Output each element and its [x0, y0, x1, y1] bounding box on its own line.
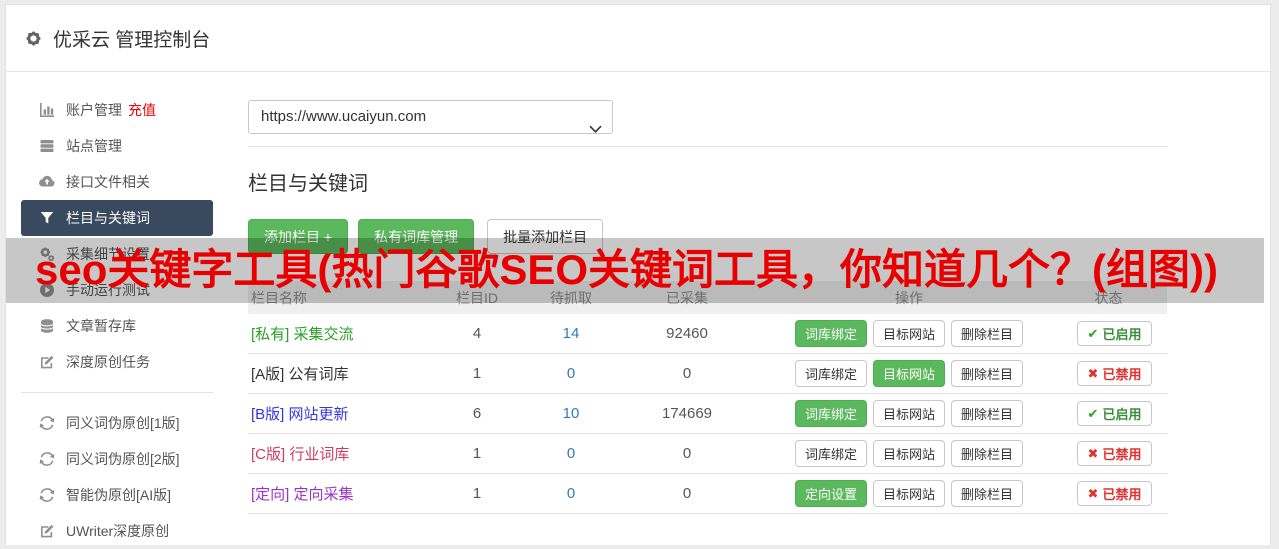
cross-icon: ✖: [1087, 445, 1099, 461]
delete-column-button[interactable]: 删除栏目: [951, 360, 1024, 387]
sidebar-item-synonym-v2[interactable]: 同义词伪原创[2版]: [21, 441, 213, 477]
sidebar-item-label: 深度原创任务: [66, 354, 150, 370]
pending-count-link[interactable]: 0: [567, 365, 575, 382]
bind-thesaurus-button[interactable]: 词库绑定: [794, 400, 867, 427]
status-badge[interactable]: ✔ 已启用: [1076, 321, 1153, 346]
sidebar-item-smart-ai[interactable]: 智能伪原创[AI版]: [21, 477, 213, 513]
target-site-button[interactable]: 目标网站: [872, 320, 945, 347]
refresh-icon: [39, 487, 55, 503]
recharge-link[interactable]: 充值: [128, 100, 156, 120]
edit-icon: [39, 523, 55, 539]
bind-thesaurus-button[interactable]: 词库绑定: [794, 440, 867, 467]
columns-table: 栏目名称 栏目ID 待抓取 已采集 操作 状态 [私有] 采集交流 4 14 9…: [248, 281, 1167, 514]
pending-count-link[interactable]: 0: [567, 445, 575, 462]
chevron-down-icon: [589, 114, 602, 146]
content-divider: [248, 146, 1168, 147]
column-id: 1: [418, 473, 536, 514]
target-site-button[interactable]: 目标网站: [872, 400, 945, 427]
pending-count-link[interactable]: 10: [563, 405, 580, 422]
column-id: 1: [418, 433, 536, 474]
bind-thesaurus-button[interactable]: 词库绑定: [794, 360, 867, 387]
database-icon: [39, 318, 55, 334]
delete-column-button[interactable]: 删除栏目: [951, 440, 1024, 467]
column-name-link[interactable]: [A版] 公有词库: [251, 366, 349, 383]
target-site-button[interactable]: 目标网站: [872, 360, 945, 387]
collected-count: 0: [606, 433, 768, 474]
table-row: [私有] 采集交流 4 14 92460 词库绑定 目标网站 删除栏目 ✔ 已启用: [248, 314, 1167, 354]
check-icon: ✔: [1087, 405, 1099, 421]
table-row: [A版] 公有词库 1 0 0 词库绑定 目标网站 删除栏目 ✖ 已禁用: [248, 353, 1167, 394]
bind-thesaurus-button[interactable]: 词库绑定: [794, 320, 867, 347]
delete-column-button[interactable]: 删除栏目: [951, 320, 1024, 347]
cross-icon: ✖: [1087, 485, 1099, 501]
sidebar-item-sites[interactable]: 站点管理: [21, 128, 213, 164]
column-name-link[interactable]: [C版] 行业词库: [251, 446, 349, 463]
sidebar-item-label: 同义词伪原创[2版]: [66, 451, 180, 467]
table-row: [定向] 定向采集 1 0 0 定向设置 目标网站 删除栏目 ✖ 已禁用: [248, 473, 1167, 514]
cross-icon: ✖: [1087, 365, 1099, 381]
column-name-link[interactable]: [私有] 采集交流: [251, 326, 354, 343]
sidebar-item-uwriter[interactable]: UWriter深度原创: [21, 513, 213, 549]
target-site-button[interactable]: 目标网站: [872, 440, 945, 467]
pending-count-link[interactable]: 14: [563, 325, 580, 342]
sidebar-item-account[interactable]: 账户管理 充值: [21, 92, 213, 128]
refresh-icon: [39, 451, 55, 467]
overlay-banner: seo关键字工具(热门谷歌SEO关键词工具，你知道几个？(组图)): [6, 238, 1264, 303]
sidebar: 账户管理 充值 站点管理 接口文件相关 栏目与关键词 采集细节设置 手动运行测试…: [6, 72, 238, 549]
column-name-link[interactable]: [定向] 定向采集: [251, 486, 354, 503]
delete-column-button[interactable]: 删除栏目: [951, 400, 1024, 427]
sidebar-item-interface-files[interactable]: 接口文件相关: [21, 164, 213, 200]
app-header: 优采云 管理控制台: [6, 5, 1270, 72]
collected-count: 0: [606, 473, 768, 514]
status-badge[interactable]: ✔ 已启用: [1076, 401, 1153, 426]
sidebar-item-label: UWriter深度原创: [66, 523, 170, 539]
sidebar-item-deep-original-task[interactable]: 深度原创任务: [21, 344, 213, 380]
app-title: 优采云 管理控制台: [53, 29, 211, 51]
column-id: 6: [418, 393, 536, 434]
column-name-link[interactable]: [B版] 网站更新: [251, 406, 349, 423]
check-icon: ✔: [1087, 325, 1099, 341]
server-icon: [39, 138, 55, 154]
sidebar-item-article-buffer[interactable]: 文章暂存库: [21, 308, 213, 344]
collected-count: 0: [606, 353, 768, 394]
sidebar-item-label: 同义词伪原创[1版]: [66, 415, 180, 431]
sidebar-item-label: 站点管理: [66, 138, 122, 154]
table-row: [B版] 网站更新 6 10 174669 词库绑定 目标网站 删除栏目 ✔ 已启…: [248, 393, 1167, 434]
target-site-button[interactable]: 目标网站: [872, 480, 945, 507]
site-selector-value: https://www.ucaiyun.com: [261, 108, 427, 125]
sidebar-item-label: 账户管理: [66, 102, 122, 118]
admin-console-window: 优采云 管理控制台 账户管理 充值 站点管理 接口文件相关 栏目与关键词 采集细…: [5, 4, 1271, 545]
delete-column-button[interactable]: 删除栏目: [951, 480, 1024, 507]
column-id: 4: [418, 314, 536, 354]
column-id: 1: [418, 353, 536, 394]
sidebar-item-synonym-v1[interactable]: 同义词伪原创[1版]: [21, 405, 213, 441]
section-title: 栏目与关键词: [248, 173, 368, 195]
status-badge[interactable]: ✖ 已禁用: [1076, 441, 1153, 466]
edit-icon: [39, 354, 55, 370]
bar-chart-icon: [39, 102, 55, 118]
collected-count: 92460: [606, 314, 768, 354]
cloud-upload-icon: [39, 174, 55, 190]
sidebar-item-label: 接口文件相关: [66, 174, 150, 190]
collected-count: 174669: [606, 393, 768, 434]
sidebar-item-label: 栏目与关键词: [66, 210, 150, 226]
sidebar-item-label: 智能伪原创[AI版]: [66, 487, 172, 503]
filter-icon: [39, 210, 55, 226]
sidebar-divider: [21, 392, 213, 393]
pending-count-link[interactable]: 0: [567, 485, 575, 502]
site-selector[interactable]: https://www.ucaiyun.com: [248, 100, 613, 134]
sidebar-item-columns-keywords[interactable]: 栏目与关键词: [21, 200, 213, 236]
gear-icon: [24, 29, 43, 48]
sidebar-item-label: 文章暂存库: [66, 318, 136, 334]
refresh-icon: [39, 415, 55, 431]
directional-settings-button[interactable]: 定向设置: [794, 480, 867, 507]
overlay-text: seo关键字工具(热门谷歌SEO关键词工具，你知道几个？(组图)): [35, 246, 1219, 293]
status-badge[interactable]: ✖ 已禁用: [1076, 481, 1153, 506]
table-row: [C版] 行业词库 1 0 0 词库绑定 目标网站 删除栏目 ✖ 已禁用: [248, 433, 1167, 474]
status-badge[interactable]: ✖ 已禁用: [1076, 361, 1153, 386]
